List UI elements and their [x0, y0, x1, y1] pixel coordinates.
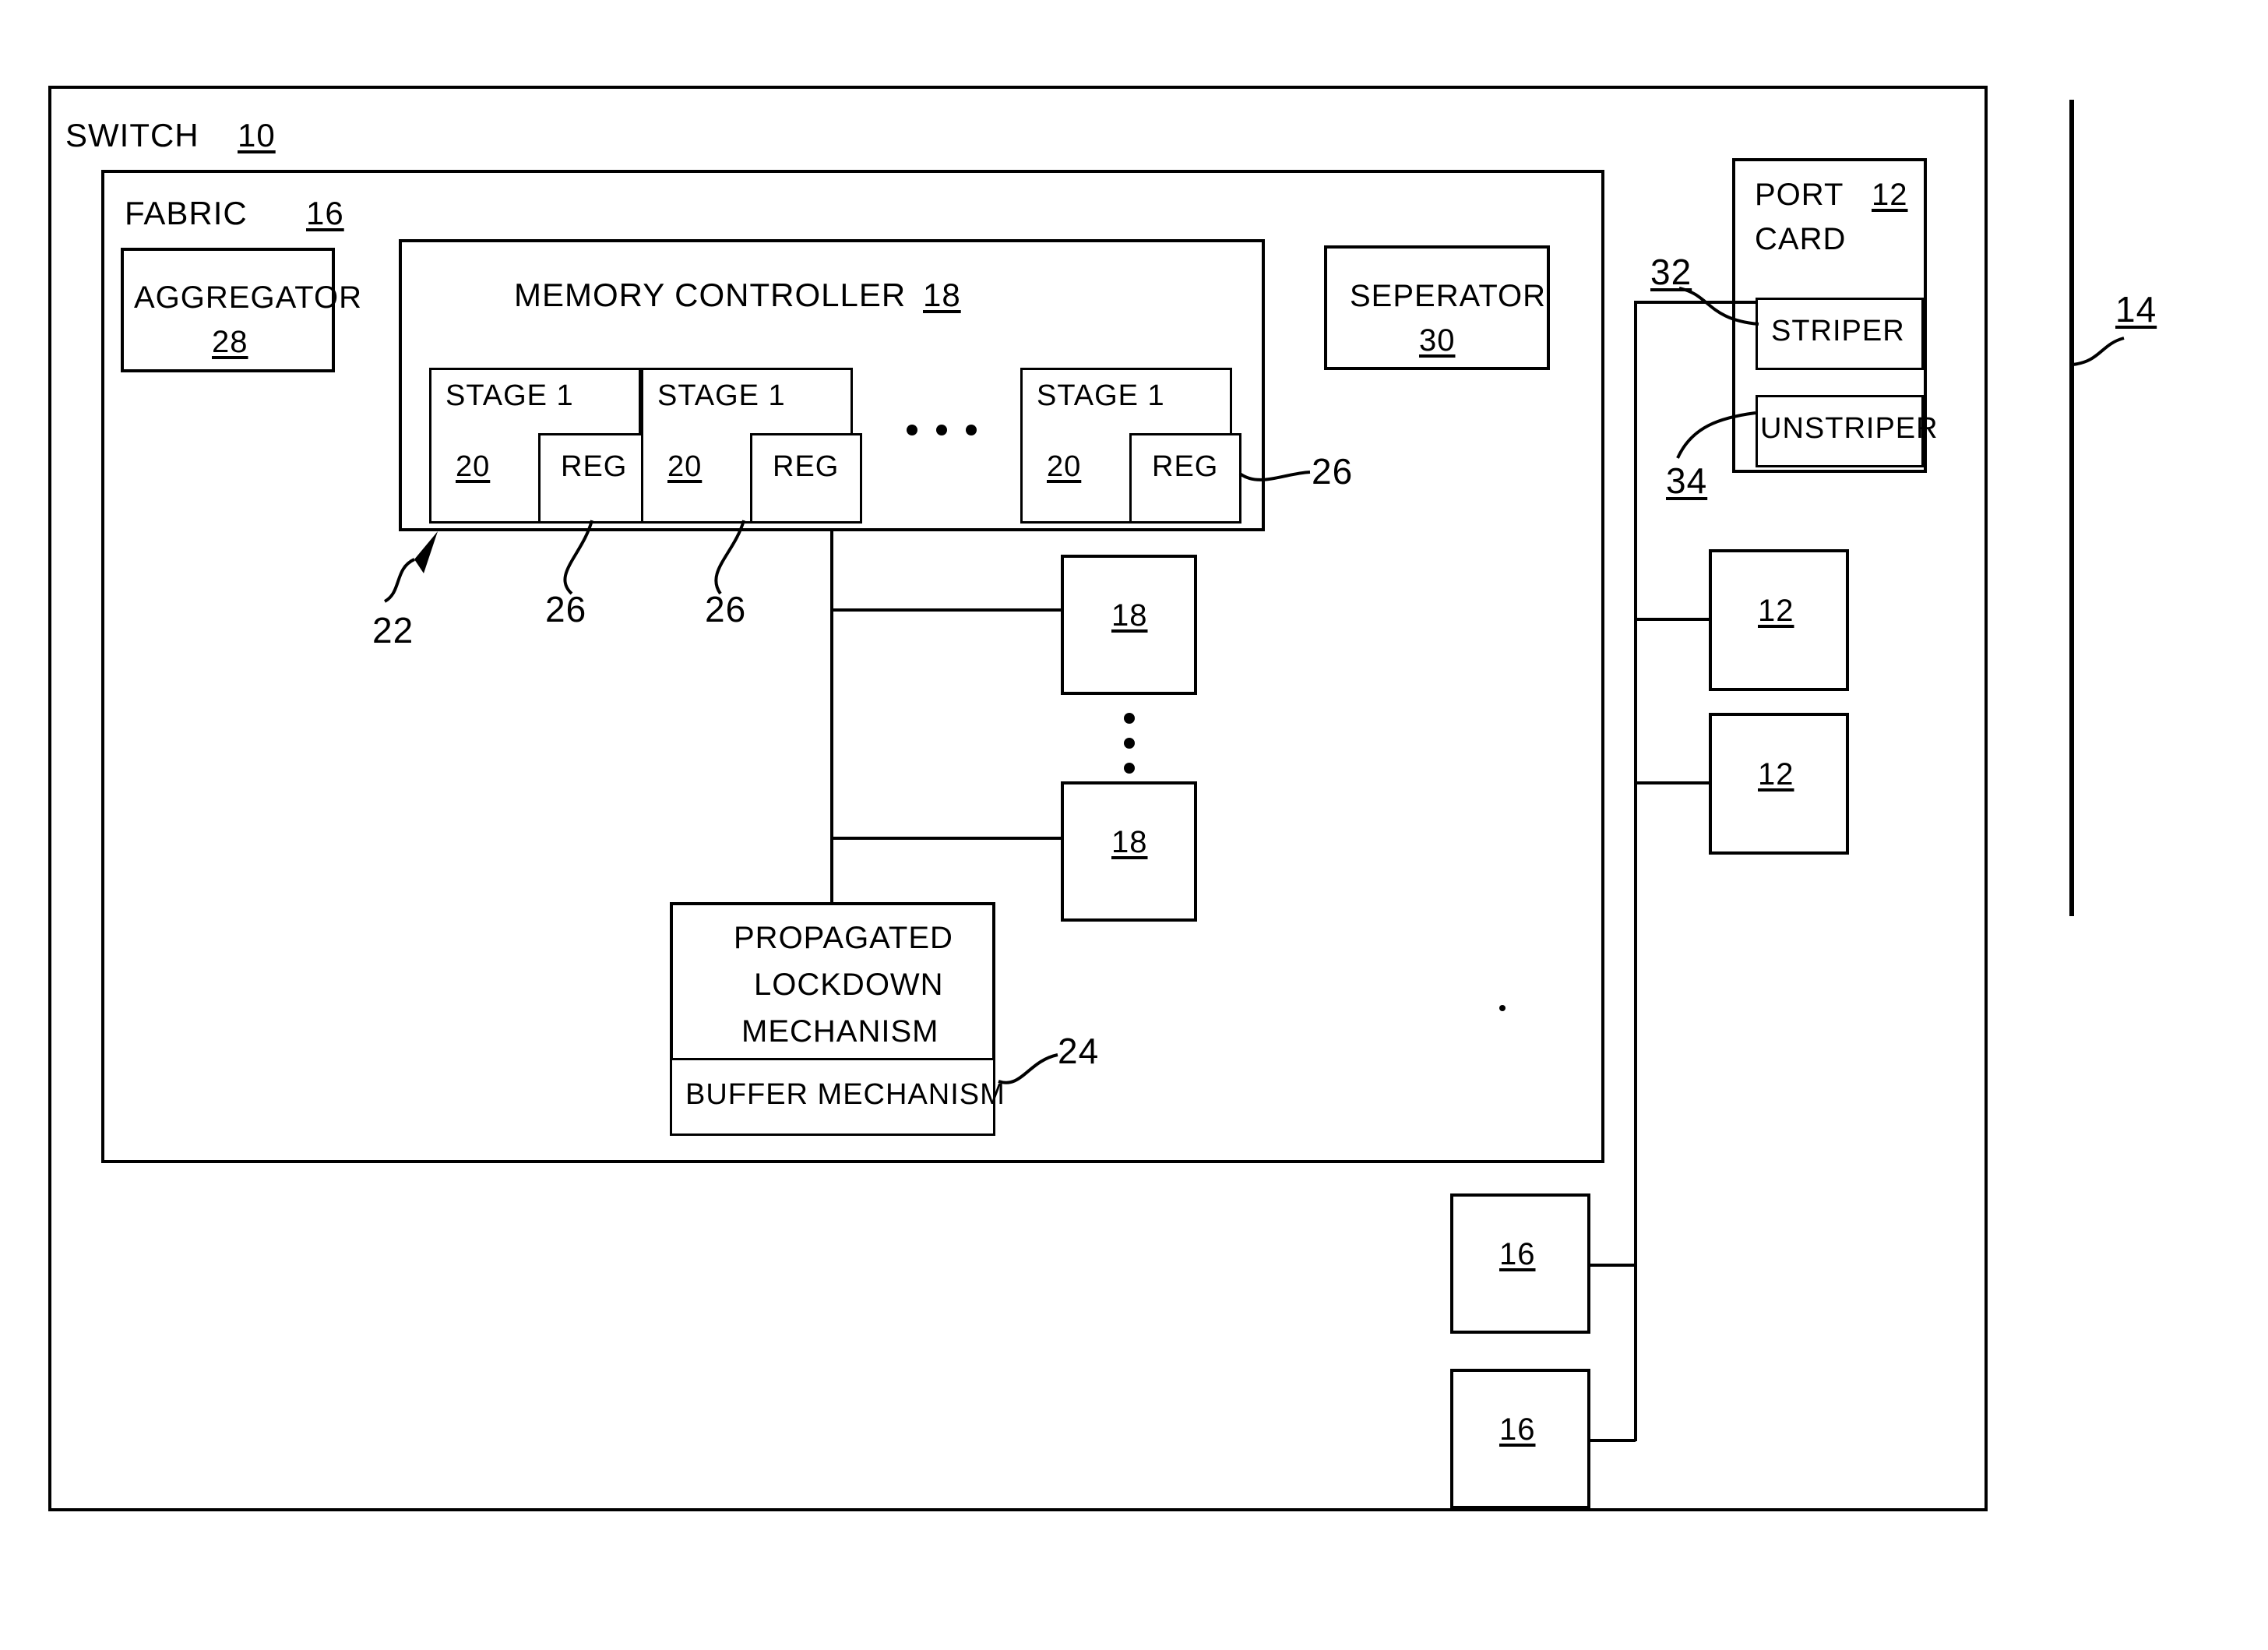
fabric-label: FABRIC — [125, 195, 248, 231]
stage-reg-label-2: REG — [773, 450, 840, 483]
port-card-bus-branch-2 — [1634, 781, 1709, 784]
stage-ref-2: 20 — [667, 450, 703, 483]
stage-title-1: STAGE 1 — [446, 379, 574, 412]
stage-ref-3: 20 — [1047, 450, 1082, 483]
ref-26-a: 26 — [545, 589, 587, 629]
stage-reg-label-3: REG — [1152, 450, 1219, 483]
fabric-bus-vertical — [1634, 1264, 1637, 1441]
memctl-vertical-ellipsis-dot-2 — [1124, 738, 1135, 749]
aggregator-label: AGGREGATOR — [134, 280, 363, 315]
memory-controller-label: MEMORY CONTROLLER — [514, 277, 907, 313]
port-card-label-line-2: CARD — [1755, 222, 1847, 256]
ref-14: 14 — [2115, 289, 2157, 330]
stage-reg-label-1: REG — [561, 450, 628, 483]
stage-title-3: STAGE 1 — [1037, 379, 1165, 412]
stage-ellipsis-dot-3 — [966, 425, 977, 435]
ref-26-right: 26 — [1312, 451, 1354, 492]
memory-controller-extra-ref-1: 18 — [1111, 598, 1148, 633]
fabric-small-ref-2: 16 — [1499, 1412, 1536, 1447]
lockdown-line-2: LOCKDOWN — [754, 968, 944, 1002]
switch-ref: 10 — [238, 117, 276, 153]
memory-controller-ref: 18 — [923, 277, 961, 313]
lead-line-ref-22 — [383, 531, 438, 603]
port-card-label-line-1: PORT — [1755, 178, 1844, 212]
port-card-bus-top-stub — [1634, 301, 1757, 304]
fabric-small-ref-1: 16 — [1499, 1237, 1536, 1271]
memctl-bus-vertical — [830, 531, 833, 905]
port-card-small-ref-2: 12 — [1758, 757, 1794, 792]
memory-controller-extra-ref-2: 18 — [1111, 825, 1148, 859]
ref-22: 22 — [372, 610, 414, 650]
stage-ref-1: 20 — [456, 450, 491, 483]
memctl-bus-branch-upper — [830, 608, 1061, 612]
seperator-ref: 30 — [1419, 323, 1456, 358]
switch-label: SWITCH — [65, 117, 199, 153]
lockdown-line-1: PROPAGATED — [734, 921, 953, 955]
port-card-bus-branch-1 — [1634, 618, 1709, 621]
stage-ellipsis-dot-2 — [936, 425, 947, 435]
scan-speck — [1499, 1005, 1506, 1011]
port-card-bus-vertical — [1634, 301, 1637, 1288]
ref-34: 34 — [1666, 460, 1708, 501]
ref-24: 24 — [1058, 1031, 1100, 1071]
ref-26-b: 26 — [705, 589, 747, 629]
stage-title-2: STAGE 1 — [657, 379, 786, 412]
fabric-ref: 16 — [306, 195, 344, 231]
buffer-mechanism-label: BUFFER MECHANISM — [685, 1078, 1005, 1111]
unstriper-label: UNSTRIPER — [1760, 412, 1939, 445]
port-card-ref: 12 — [1872, 178, 1908, 212]
stage-ellipsis-dot-1 — [907, 425, 917, 435]
lead-line-ref-34 — [1676, 411, 1756, 459]
network-line — [2069, 100, 2074, 916]
memctl-vertical-ellipsis-dot-1 — [1124, 713, 1135, 724]
fabric-bus-branch-1 — [1590, 1264, 1636, 1267]
memctl-bus-branch-lower — [830, 837, 1061, 840]
ref-32: 32 — [1650, 252, 1692, 292]
port-card-small-ref-1: 12 — [1758, 594, 1794, 628]
aggregator-ref: 28 — [212, 325, 248, 359]
memctl-vertical-ellipsis-dot-3 — [1124, 763, 1135, 774]
seperator-label: SEPERATOR — [1350, 279, 1547, 313]
fabric-bus-branch-2 — [1590, 1439, 1636, 1442]
patent-figure: SWITCH 10 FABRIC 16 AGGREGATOR 28 SEPERA… — [0, 0, 2268, 1650]
striper-label: STRIPER — [1771, 315, 1905, 347]
lead-line-ref-14 — [2072, 337, 2125, 366]
lockdown-line-3: MECHANISM — [741, 1014, 939, 1049]
